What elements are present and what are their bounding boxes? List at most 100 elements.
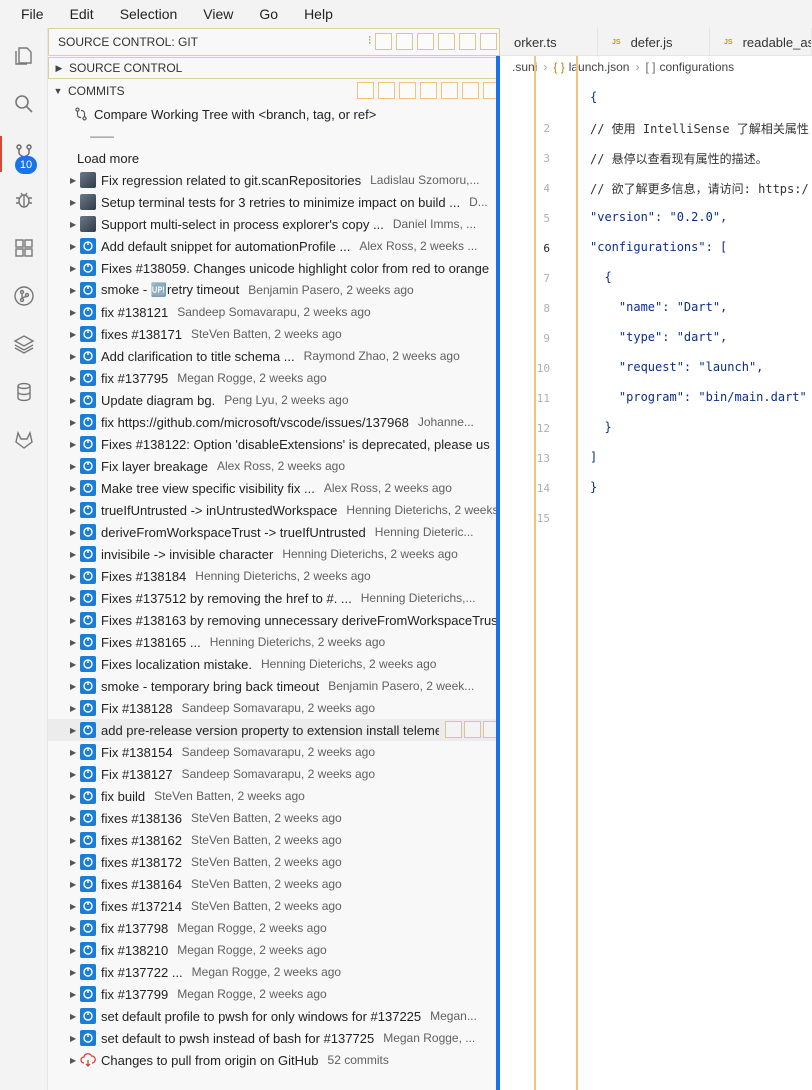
commit-row[interactable]: ▶ fixes #138162 SteVen Batten, 2 weeks ago: [48, 829, 500, 851]
commit-row[interactable]: ▶ Fixes #137512 by removing the href to #…: [48, 587, 500, 609]
commit-row[interactable]: ▶ add pre-release version property to ext…: [48, 719, 500, 741]
database-button[interactable]: [0, 370, 48, 414]
menu-selection[interactable]: Selection: [107, 0, 191, 28]
commit-message: fix #138210: [101, 942, 169, 958]
commit-row[interactable]: ▶ Fix #138128 Sandeep Somavarapu, 2 weeks …: [48, 697, 500, 719]
commit-row[interactable]: ▶ fix #137798 Megan Rogge, 2 weeks ago: [48, 917, 500, 939]
action-button[interactable]: [438, 33, 455, 50]
commit-row[interactable]: ▶ Support multi-select in process explore…: [48, 213, 500, 235]
commit-row[interactable]: ▶ invisibile -> invisible character Hennin…: [48, 543, 500, 565]
action-button[interactable]: [378, 82, 395, 99]
source-control-button[interactable]: 10: [0, 132, 48, 176]
menu-file[interactable]: File: [8, 0, 57, 28]
commit-row[interactable]: ▶ smoke - 🆙retry timeout Benjamin Pasero, …: [48, 279, 500, 301]
commit-row[interactable]: ▶ Make tree view specific visibility fix …: [48, 477, 500, 499]
menu-view[interactable]: View: [190, 0, 246, 28]
git-graph-button[interactable]: [0, 274, 48, 318]
load-more[interactable]: Load more: [48, 147, 500, 169]
action-button[interactable]: [445, 721, 462, 738]
commit-row[interactable]: ▶ fix build SteVen Batten, 2 weeks ago: [48, 785, 500, 807]
layers-button[interactable]: [0, 322, 48, 366]
commit-author: Raymond Zhao, 2 weeks ago: [303, 349, 460, 363]
action-button[interactable]: [396, 33, 413, 50]
commit-row[interactable]: ▶ Fix #138154 Sandeep Somavarapu, 2 weeks …: [48, 741, 500, 763]
commit-row[interactable]: ▶ Add clarification to title schema ... Ra…: [48, 345, 500, 367]
action-button[interactable]: [417, 33, 434, 50]
commit-row[interactable]: ▶ fix #137722 ... Megan Rogge, 2 weeks ago: [48, 961, 500, 983]
action-button[interactable]: [357, 82, 374, 99]
commit-row[interactable]: ▶ Setup terminal tests for 3 retries to m…: [48, 191, 500, 213]
tab-worker[interactable]: orker.ts: [500, 28, 598, 56]
action-button[interactable]: [462, 82, 479, 99]
commit-row[interactable]: ▶ Fixes #138184 Henning Dieterichs, 2 week…: [48, 565, 500, 587]
search-button[interactable]: [0, 82, 48, 126]
commit-row[interactable]: ▶ Fixes #138059. Changes unicode highligh…: [48, 257, 500, 279]
explorer-button[interactable]: [0, 34, 48, 78]
commit-row[interactable]: ▶ set default to pwsh instead of bash for…: [48, 1027, 500, 1049]
section-title: COMMITS: [68, 84, 125, 98]
code-line: {: [590, 90, 598, 104]
compare-working-tree[interactable]: Compare Working Tree with <branch, tag, …: [48, 103, 500, 125]
commit-icon: [80, 392, 96, 408]
extensions-button[interactable]: [0, 226, 48, 270]
code-line: // 悬停以查看现有属性的描述。: [590, 152, 768, 166]
commit-row[interactable]: ▶ Fixes #138165 ... Henning Dieterichs, 2 …: [48, 631, 500, 653]
commit-row[interactable]: ▶ Fixes #138122: Option 'disableExtension…: [48, 433, 500, 455]
commit-message: fixes #138164: [101, 876, 182, 892]
action-button[interactable]: [441, 82, 458, 99]
commit-row[interactable]: ▶ fix #137799 Megan Rogge, 2 weeks ago: [48, 983, 500, 1005]
commit-message: fixes #138171: [101, 326, 182, 342]
commit-row[interactable]: ▶ fix #138210 Megan Rogge, 2 weeks ago: [48, 939, 500, 961]
action-button[interactable]: [399, 82, 416, 99]
breadcrumb-symbol[interactable]: configurations: [659, 60, 734, 74]
debug-button[interactable]: [0, 178, 48, 222]
commit-row[interactable]: ▶ set default profile to pwsh for only wi…: [48, 1005, 500, 1027]
commit-row[interactable]: ▶ fixes #138164 SteVen Batten, 2 weeks ago: [48, 873, 500, 895]
commit-row[interactable]: ▶ deriveFromWorkspaceTrust -> trueIfUntru…: [48, 521, 500, 543]
commit-row[interactable]: ▶ fixes #138172 SteVen Batten, 2 weeks ago: [48, 851, 500, 873]
menu-go[interactable]: Go: [246, 0, 291, 28]
commit-row[interactable]: ▶ Update diagram bg. Peng Lyu, 2 weeks ago: [48, 389, 500, 411]
commit-row[interactable]: ▶ fix #137795 Megan Rogge, 2 weeks ago: [48, 367, 500, 389]
code-line: "program": "bin/main.dart": [590, 390, 807, 404]
js-file-icon: JS: [724, 38, 733, 46]
commit-message: Fix #138128: [101, 700, 173, 716]
tab-readable[interactable]: JS readable_as: [710, 28, 812, 56]
commit-row[interactable]: ▶ Fix layer breakage Alex Ross, 2 weeks ag…: [48, 455, 500, 477]
chevron-right-icon: ▶: [70, 901, 77, 911]
commit-row[interactable]: ▶ fixes #138171 SteVen Batten, 2 weeks ago: [48, 323, 500, 345]
menu-help[interactable]: Help: [291, 0, 346, 28]
tab-defer[interactable]: JS defer.js: [598, 28, 710, 56]
action-button[interactable]: [480, 33, 497, 50]
commit-row[interactable]: ▶ Fix regression related to git.scanRepos…: [48, 169, 500, 191]
breadcrumb: .suni › { } launch.json › [ ] configurat…: [500, 56, 812, 78]
commit-icon: [80, 986, 96, 1002]
chevron-right-icon: ▶: [70, 461, 77, 471]
commit-author: Henning Dieterichs, 2 weeks ago: [195, 569, 371, 583]
commit-row[interactable]: ▶ Fix #138127 Sandeep Somavarapu, 2 weeks …: [48, 763, 500, 785]
commits-section[interactable]: ▼ COMMITS: [48, 80, 500, 102]
commit-icon: [80, 788, 96, 804]
commit-row[interactable]: ▶ Fixes #138163 by removing unnecessary d…: [48, 609, 500, 631]
source-control-panel: SOURCE CONTROL: GIT ⫶ ▶ SOURCE CONTROL ▼…: [48, 28, 500, 1090]
menu-edit[interactable]: Edit: [57, 0, 107, 28]
gitlab-button[interactable]: [0, 418, 48, 462]
source-control-section[interactable]: ▶ SOURCE CONTROL: [48, 57, 500, 79]
commit-row[interactable]: ▶ smoke - temporary bring back timeout Ben…: [48, 675, 500, 697]
view-options-icon[interactable]: ⫶: [368, 33, 371, 50]
commit-row[interactable]: ▶ Fixes localization mistake. Henning Diet…: [48, 653, 500, 675]
commit-message: Support multi-select in process explorer…: [101, 216, 384, 232]
action-button[interactable]: [464, 721, 481, 738]
changes-to-pull[interactable]: ▶ Changes to pull from origin on GitHub …: [48, 1049, 500, 1071]
commit-row[interactable]: ▶ fix #138121 Sandeep Somavarapu, 2 weeks …: [48, 301, 500, 323]
commit-row[interactable]: ▶ fixes #138136 SteVen Batten, 2 weeks ago: [48, 807, 500, 829]
action-button[interactable]: [420, 82, 437, 99]
chevron-right-icon: ▶: [70, 945, 77, 955]
commit-row[interactable]: ▶ fixes #137214 SteVen Batten, 2 weeks ago: [48, 895, 500, 917]
action-button[interactable]: [459, 33, 476, 50]
commit-row[interactable]: ▶ Add default snippet for automationProfi…: [48, 235, 500, 257]
commit-row[interactable]: ▶ fix https://github.com/microsoft/vscode…: [48, 411, 500, 433]
commit-row[interactable]: ▶ trueIfUntrusted -> inUntrustedWorkspace…: [48, 499, 500, 521]
action-button[interactable]: [375, 33, 392, 50]
chevron-right-icon: ▶: [70, 791, 77, 801]
